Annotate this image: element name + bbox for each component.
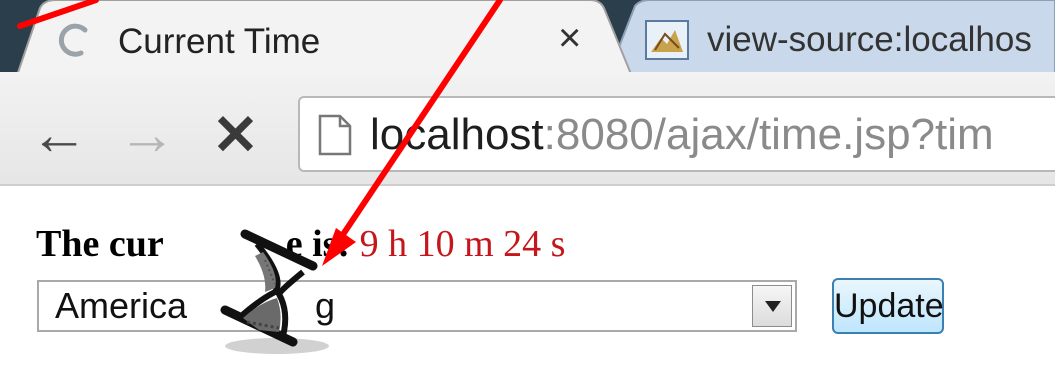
url-path: :8080/ajax/time.jsp?tim bbox=[543, 110, 994, 159]
hourglass-busy-icon bbox=[220, 229, 329, 354]
tab-current-time[interactable]: Current Time bbox=[118, 22, 320, 62]
page-favicon-icon bbox=[645, 20, 689, 60]
address-bar[interactable]: localhost:8080/ajax/time.jsp?tim bbox=[298, 96, 1055, 172]
update-button[interactable]: Update bbox=[832, 278, 944, 334]
time-label: The cur bbox=[36, 223, 164, 265]
screenshot-stage: Current Time × view-source:localhos ← → … bbox=[0, 0, 1055, 387]
time-value: 9 h 10 m 24 s bbox=[359, 223, 566, 265]
back-button[interactable]: ← bbox=[30, 106, 88, 164]
loading-spinner-icon bbox=[58, 23, 88, 57]
page-icon bbox=[318, 114, 352, 156]
timezone-select-value-start: America bbox=[55, 285, 188, 326]
forward-button[interactable]: → bbox=[118, 106, 176, 164]
url-host: localhost bbox=[370, 110, 544, 159]
tab-view-source[interactable]: view-source:localhos bbox=[707, 20, 1032, 60]
tab-close-icon[interactable]: × bbox=[558, 18, 581, 58]
stop-loading-button[interactable]: ✕ bbox=[212, 106, 259, 164]
address-url: localhost:8080/ajax/time.jsp?tim bbox=[370, 106, 994, 164]
timezone-select[interactable]: America g bbox=[37, 280, 797, 332]
chevron-down-icon[interactable] bbox=[752, 285, 792, 327]
